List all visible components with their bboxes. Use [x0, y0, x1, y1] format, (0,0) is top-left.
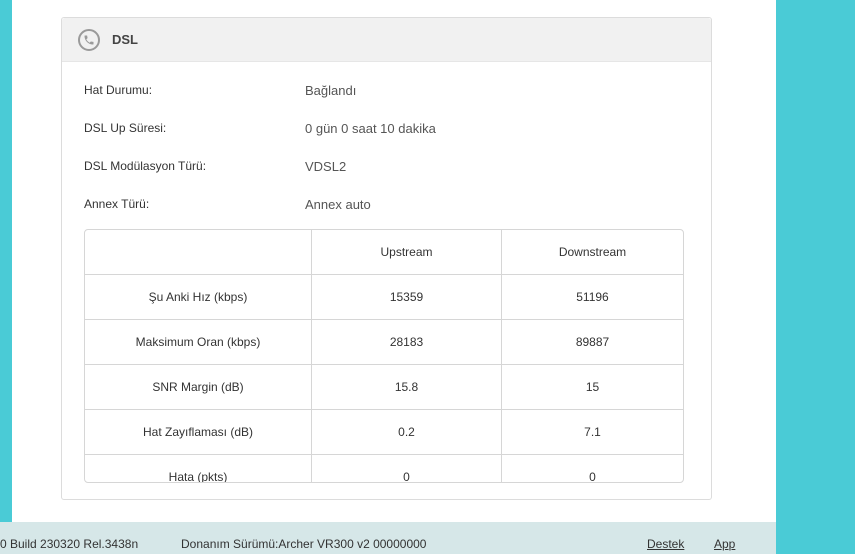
table-cell: 89887: [501, 319, 683, 365]
table-header-cell: Downstream: [501, 230, 683, 275]
info-value: Annex auto: [305, 197, 371, 212]
info-value: VDSL2: [305, 159, 347, 174]
table-header-cell: Upstream: [311, 230, 502, 275]
dsl-stats-table: Upstream Downstream Şu Anki Hız (kbps) 1…: [84, 229, 684, 483]
table-row: Maksimum Oran (kbps) 28183 89887: [85, 319, 683, 365]
table-cell: SNR Margin (dB): [85, 364, 312, 410]
table-row: Şu Anki Hız (kbps) 15359 51196: [85, 274, 683, 320]
info-label: DSL Modülasyon Türü:: [84, 159, 207, 173]
table-cell: 15359: [311, 274, 502, 320]
info-value: Bağlandı: [305, 83, 357, 98]
support-link[interactable]: Destek: [647, 537, 684, 551]
table-cell: 15.8: [311, 364, 502, 410]
table-cell: 28183: [311, 319, 502, 365]
table-cell: 0.2: [311, 409, 502, 455]
table-row: Hata (pkts) 0 0: [85, 454, 683, 483]
footer-bar: 0 Build 230320 Rel.3438n Donanım Sürümü:…: [0, 522, 776, 554]
info-value: 0 gün 0 saat 10 dakika: [305, 121, 436, 136]
app-link[interactable]: App: [714, 537, 735, 551]
table-cell: 0: [589, 470, 596, 483]
dsl-panel: DSL Hat Durumu: Bağlandı DSL Up Süresi: …: [61, 17, 712, 500]
panel-header: DSL: [62, 18, 711, 62]
firmware-version: 0 Build 230320 Rel.3438n: [0, 537, 139, 551]
table-cell: Şu Anki Hız (kbps): [85, 274, 312, 320]
hardware-version: Donanım Sürümü:Archer VR300 v2 00000000: [181, 537, 427, 551]
info-label: DSL Up Süresi:: [84, 121, 167, 135]
info-label: Annex Türü:: [84, 197, 150, 211]
table-header-cell: [85, 230, 312, 275]
table-row: SNR Margin (dB) 15.8 15: [85, 364, 683, 410]
table-cell: 0: [311, 454, 502, 482]
info-label: Hat Durumu:: [84, 83, 153, 97]
table-cell: 15: [501, 364, 683, 410]
main-content: DSL Hat Durumu: Bağlandı DSL Up Süresi: …: [12, 0, 776, 522]
table-header-row: Upstream Downstream: [85, 230, 683, 275]
table-cell: Maksimum Oran (kbps): [85, 319, 312, 365]
panel-title: DSL: [112, 32, 138, 47]
table-cell: 51196: [501, 274, 683, 320]
phone-icon: [78, 28, 100, 51]
table-row: Hat Zayıflaması (dB) 0.2 7.1: [85, 409, 683, 455]
table-cell: Hat Zayıflaması (dB): [85, 409, 312, 455]
table-cell: Hata (pkts): [85, 454, 312, 482]
table-cell: 7.1: [501, 409, 683, 455]
